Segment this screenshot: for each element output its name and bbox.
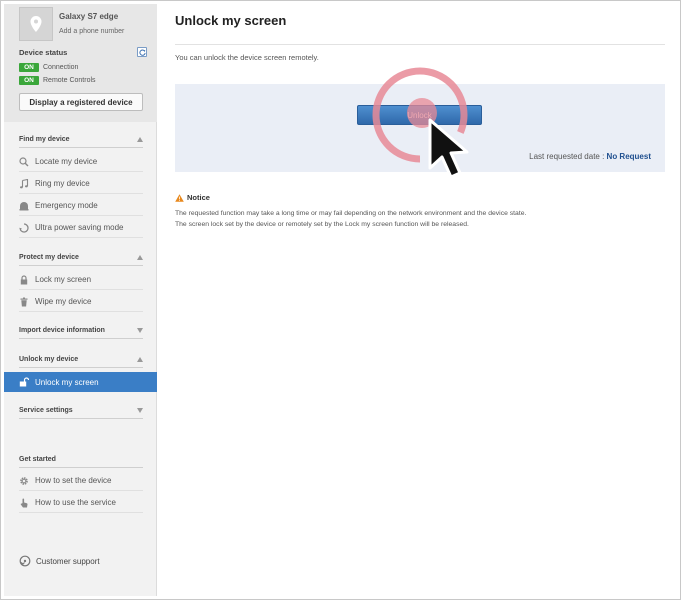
page-title: Unlock my screen — [175, 13, 287, 28]
gear-icon — [19, 476, 29, 486]
music-note-icon — [19, 178, 29, 189]
nav-label: How to set the device — [35, 476, 112, 485]
nav-item-ring[interactable]: Ring my device — [19, 174, 143, 194]
unlock-panel: Unlock Last requested date : No Request — [175, 84, 665, 172]
nav-label: Lock my screen — [35, 275, 92, 284]
section-label: Find my device — [19, 136, 70, 143]
collapse-arrow-icon — [137, 137, 143, 142]
nav-label: Unlock my screen — [35, 377, 99, 387]
collapse-arrow-icon — [137, 357, 143, 362]
unlock-button[interactable]: Unlock — [357, 105, 482, 125]
notice-title: Notice — [187, 193, 210, 202]
last-requested-date: Last requested date : No Request — [529, 152, 651, 161]
customer-support-link[interactable]: Customer support — [19, 555, 100, 567]
section-get-started: Get started — [19, 452, 143, 468]
last-requested-value: No Request — [606, 152, 651, 161]
nav-label: Ultra power saving mode — [35, 223, 124, 232]
status-badge: ON — [19, 75, 39, 85]
nav-item-lock-screen[interactable]: Lock my screen — [19, 270, 143, 290]
unlock-icon — [19, 377, 29, 387]
intro-text: You can unlock the device screen remotel… — [175, 53, 319, 62]
nav-item-wipe[interactable]: Wipe my device — [19, 292, 143, 312]
notice-line: The screen lock set by the device or rem… — [175, 221, 469, 228]
section-label: Service settings — [19, 407, 73, 414]
sidebar: Galaxy S7 edge Add a phone number Device… — [4, 4, 157, 596]
last-requested-label: Last requested date : — [529, 152, 605, 161]
section-find-my-device[interactable]: Find my device — [19, 132, 143, 148]
section-label: Import device information — [19, 327, 105, 334]
section-label: Get started — [19, 456, 56, 463]
status-label: Connection — [43, 63, 79, 71]
device-info-panel: Galaxy S7 edge Add a phone number Device… — [4, 4, 157, 122]
nav-item-ultra-power-saving[interactable]: Ultra power saving mode — [19, 218, 143, 238]
nav-item-emergency[interactable]: Emergency mode — [19, 196, 143, 216]
status-badge: ON — [19, 62, 39, 72]
emergency-icon — [19, 201, 29, 211]
section-service-settings[interactable]: Service settings — [19, 403, 143, 419]
add-phone-link[interactable]: Add a phone number — [59, 28, 124, 35]
lock-icon — [19, 274, 29, 285]
search-icon — [19, 156, 29, 167]
section-import-device-info[interactable]: Import device information — [19, 323, 143, 339]
nav-item-locate[interactable]: Locate my device — [19, 152, 143, 172]
nav-item-how-to-set[interactable]: How to set the device — [19, 471, 143, 491]
nav-item-unlock-screen[interactable]: Unlock my screen — [4, 372, 157, 392]
section-label: Protect my device — [19, 254, 79, 261]
section-unlock-my-device[interactable]: Unlock my device — [19, 352, 143, 368]
nav-label: Locate my device — [35, 157, 98, 166]
section-label: Unlock my device — [19, 356, 79, 363]
nav-item-how-to-use[interactable]: How to use the service — [19, 493, 143, 513]
nav-label: Wipe my device — [35, 297, 92, 306]
device-placeholder-icon — [19, 7, 53, 41]
nav-label: How to use the service — [35, 498, 116, 507]
status-label: Remote Controls — [43, 76, 96, 84]
nav-label: Emergency mode — [35, 201, 98, 210]
divider — [175, 44, 665, 45]
support-label: Customer support — [36, 556, 100, 566]
warning-icon — [175, 193, 184, 202]
expand-arrow-icon — [137, 328, 143, 333]
device-status-title: Device status — [19, 48, 68, 57]
section-protect-my-device[interactable]: Protect my device — [19, 250, 143, 266]
support-icon — [19, 555, 31, 567]
main-content: Unlock my screen You can unlock the devi… — [158, 4, 676, 596]
trash-icon — [19, 297, 29, 307]
expand-arrow-icon — [137, 408, 143, 413]
status-connection: ON Connection — [19, 62, 78, 72]
notice-heading: Notice — [175, 193, 210, 202]
recycle-icon — [19, 222, 29, 233]
status-remote-controls: ON Remote Controls — [19, 75, 96, 85]
hand-pointer-icon — [19, 498, 29, 508]
display-registered-device-button[interactable]: Display a registered device — [19, 93, 143, 111]
device-name: Galaxy S7 edge — [59, 12, 119, 21]
refresh-icon[interactable] — [137, 47, 147, 57]
nav-label: Ring my device — [35, 179, 90, 188]
collapse-arrow-icon — [137, 255, 143, 260]
notice-line: The requested function may take a long t… — [175, 210, 527, 217]
